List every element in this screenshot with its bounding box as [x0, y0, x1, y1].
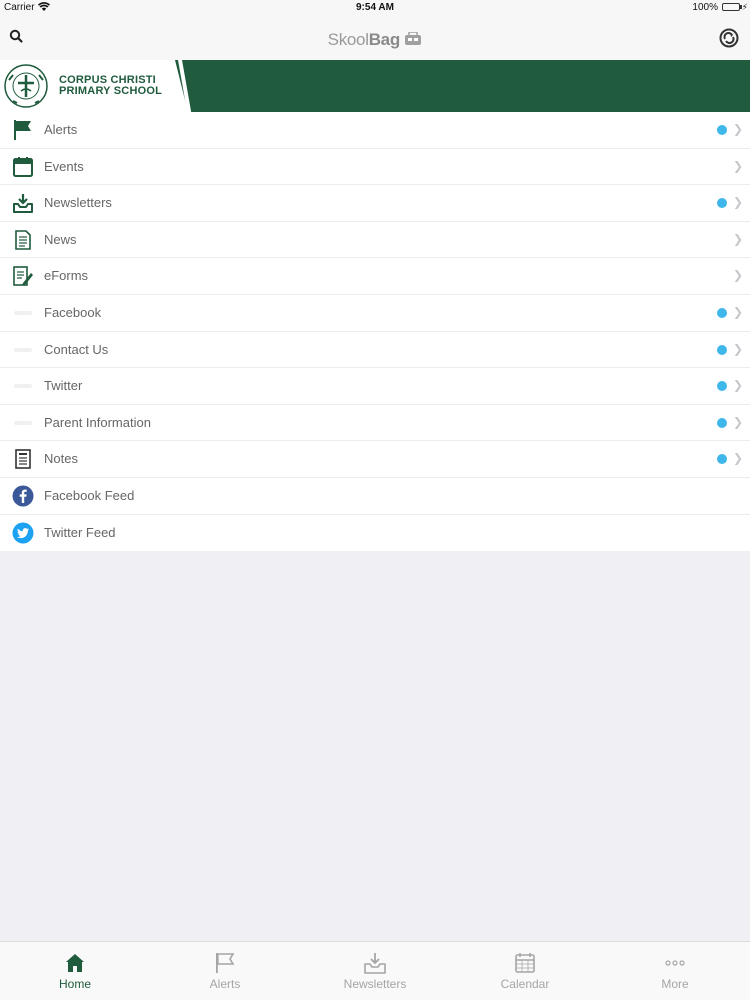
logo-text-bold: Bag: [368, 30, 401, 49]
chevron-right-icon: ❯: [732, 195, 743, 210]
main-menu: Alerts ❯ Events ❯ Newsletters ❯ News ❯ e…: [0, 112, 750, 552]
menu-item-newsletters[interactable]: Newsletters ❯: [0, 185, 750, 222]
calendar-icon: [12, 156, 34, 178]
school-banner: CORPUS CHRISTI PRIMARY SCHOOL: [0, 60, 750, 112]
menu-item-label: News: [44, 231, 77, 247]
app-logo: SkoolBag: [0, 30, 750, 50]
menu-item-alerts[interactable]: Alerts ❯: [0, 112, 750, 149]
inbox-download-icon: [363, 951, 387, 975]
menu-item-label: Notes: [44, 451, 78, 467]
tab-label: More: [661, 977, 689, 991]
tab-newsletters[interactable]: Newsletters: [300, 942, 450, 1000]
flag-icon: [12, 119, 34, 141]
chevron-right-icon: ❯: [732, 451, 743, 466]
twitter-icon: [12, 522, 34, 544]
menu-item-twitter[interactable]: Twitter ❯: [0, 368, 750, 405]
menu-item-label: Facebook: [44, 304, 102, 320]
logo-text-light: Skool: [327, 30, 369, 49]
unread-badge: [717, 417, 727, 428]
facebook-icon: [12, 485, 34, 507]
more-dots-icon: [663, 951, 687, 975]
menu-item-eforms[interactable]: eForms ❯: [0, 258, 750, 295]
sync-icon[interactable]: [718, 27, 740, 49]
chevron-right-icon: ❯: [732, 378, 743, 393]
notes-icon: [12, 448, 34, 470]
navigation-bar: SkoolBag: [0, 16, 750, 60]
menu-item-label: eForms: [44, 268, 89, 284]
charging-icon: ⚡: [741, 2, 748, 12]
menu-item-events[interactable]: Events ❯: [0, 149, 750, 186]
battery-percent: 100%: [692, 2, 718, 13]
school-name-line2: PRIMARY SCHOOL: [59, 85, 163, 97]
menu-item-label: Alerts: [44, 122, 78, 137]
battery-icon: [722, 3, 742, 11]
menu-item-parent-information[interactable]: Parent Information ❯: [0, 405, 750, 442]
chevron-right-icon: ❯: [732, 158, 743, 173]
status-bar: Carrier 9:54 AM 100% ⚡: [0, 0, 750, 16]
tab-bar: Home Alerts Newsletters Calendar More: [0, 941, 750, 1000]
chevron-right-icon: ❯: [732, 122, 743, 136]
blank-icon: [14, 384, 32, 389]
menu-item-facebook-feed[interactable]: Facebook Feed: [0, 478, 750, 515]
blank-icon: [14, 420, 32, 425]
unread-badge: [717, 307, 727, 318]
clock: 9:54 AM: [356, 2, 394, 13]
menu-item-twitter-feed[interactable]: Twitter Feed: [0, 515, 750, 552]
tab-more[interactable]: More: [600, 942, 750, 1000]
document-icon: [12, 229, 34, 251]
tab-label: Home: [58, 977, 91, 991]
menu-item-contact-us[interactable]: Contact Us ❯: [0, 332, 750, 369]
form-pen-icon: [12, 265, 34, 287]
inbox-download-icon: [12, 192, 34, 214]
menu-item-label: Events: [44, 158, 84, 174]
chevron-right-icon: ❯: [732, 268, 743, 283]
chevron-right-icon: ❯: [732, 231, 743, 246]
menu-item-news[interactable]: News ❯: [0, 222, 750, 259]
unread-badge: [717, 381, 727, 392]
tab-label: Alerts: [209, 977, 241, 991]
menu-item-facebook[interactable]: Facebook ❯: [0, 295, 750, 332]
tab-alerts[interactable]: Alerts: [150, 942, 300, 1000]
unread-badge: [717, 125, 727, 135]
flag-icon: [213, 951, 237, 975]
chevron-right-icon: ❯: [732, 304, 743, 319]
menu-item-label: Newsletters: [44, 195, 112, 211]
menu-item-label: Twitter Feed: [44, 524, 116, 540]
chevron-right-icon: ❯: [732, 414, 743, 429]
tab-label: Newsletters: [343, 977, 407, 991]
unread-badge: [717, 344, 727, 355]
blank-icon: [14, 310, 32, 315]
home-icon: [63, 951, 87, 975]
blank-icon: [14, 347, 32, 352]
menu-item-label: Contact Us: [44, 341, 109, 357]
unread-badge: [717, 198, 727, 209]
menu-item-label: Parent Information: [44, 414, 151, 430]
unread-badge: [717, 454, 727, 465]
menu-item-notes[interactable]: Notes ❯: [0, 441, 750, 478]
menu-item-label: Facebook Feed: [44, 487, 135, 503]
calendar-icon: [513, 951, 537, 975]
tab-calendar[interactable]: Calendar: [450, 942, 600, 1000]
menu-item-label: Twitter: [44, 378, 83, 394]
tab-label: Calendar: [500, 977, 550, 991]
school-name: CORPUS CHRISTI PRIMARY SCHOOL: [59, 75, 162, 97]
tab-home[interactable]: Home: [0, 942, 150, 1000]
chevron-right-icon: ❯: [732, 341, 743, 356]
school-crest-icon: [3, 63, 49, 109]
